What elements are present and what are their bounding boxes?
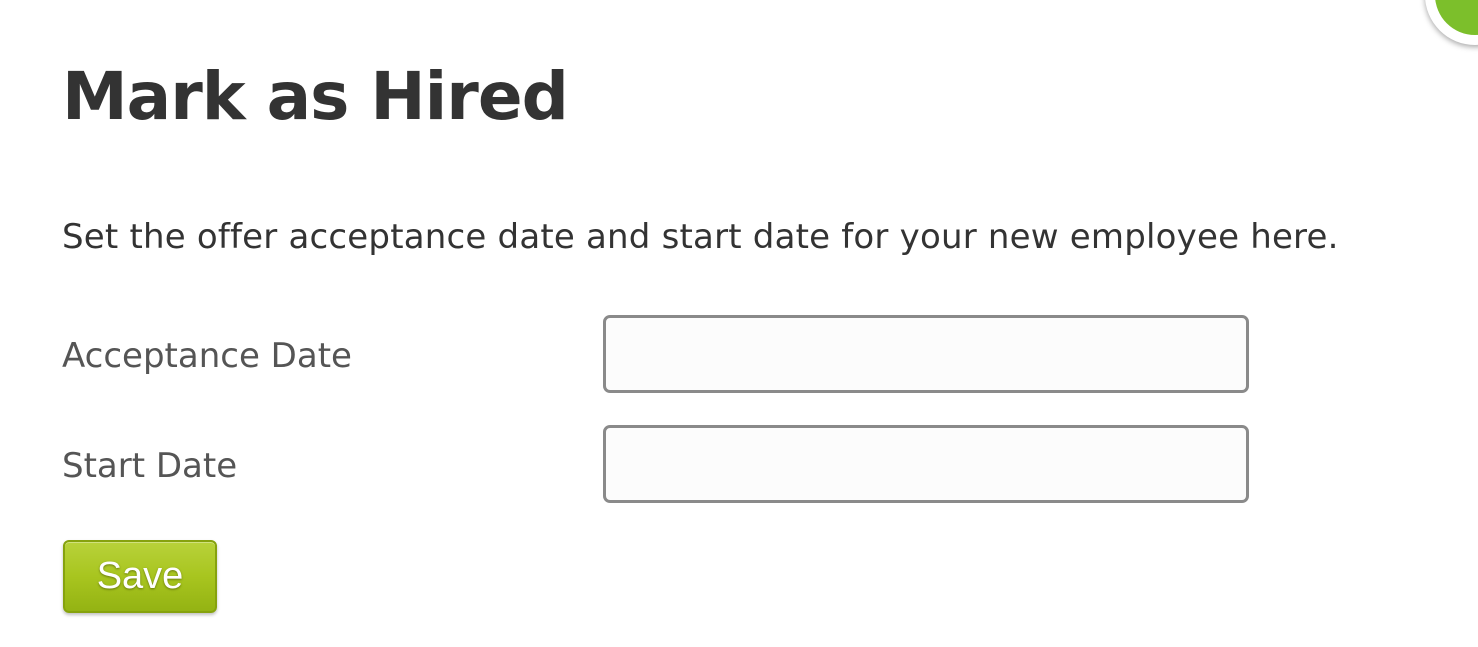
chat-bubble-icon[interactable] bbox=[1425, 0, 1478, 45]
acceptance-date-field[interactable] bbox=[603, 315, 1249, 393]
intro-text: Set the offer acceptance date and start … bbox=[62, 217, 1339, 257]
acceptance-date-label: Acceptance Date bbox=[62, 336, 352, 376]
start-date-label: Start Date bbox=[62, 446, 238, 486]
chat-bubble-badge bbox=[1435, 0, 1478, 35]
save-button[interactable]: Save bbox=[63, 540, 217, 613]
page-title: Mark as Hired bbox=[62, 58, 569, 135]
start-date-field[interactable] bbox=[603, 425, 1249, 503]
